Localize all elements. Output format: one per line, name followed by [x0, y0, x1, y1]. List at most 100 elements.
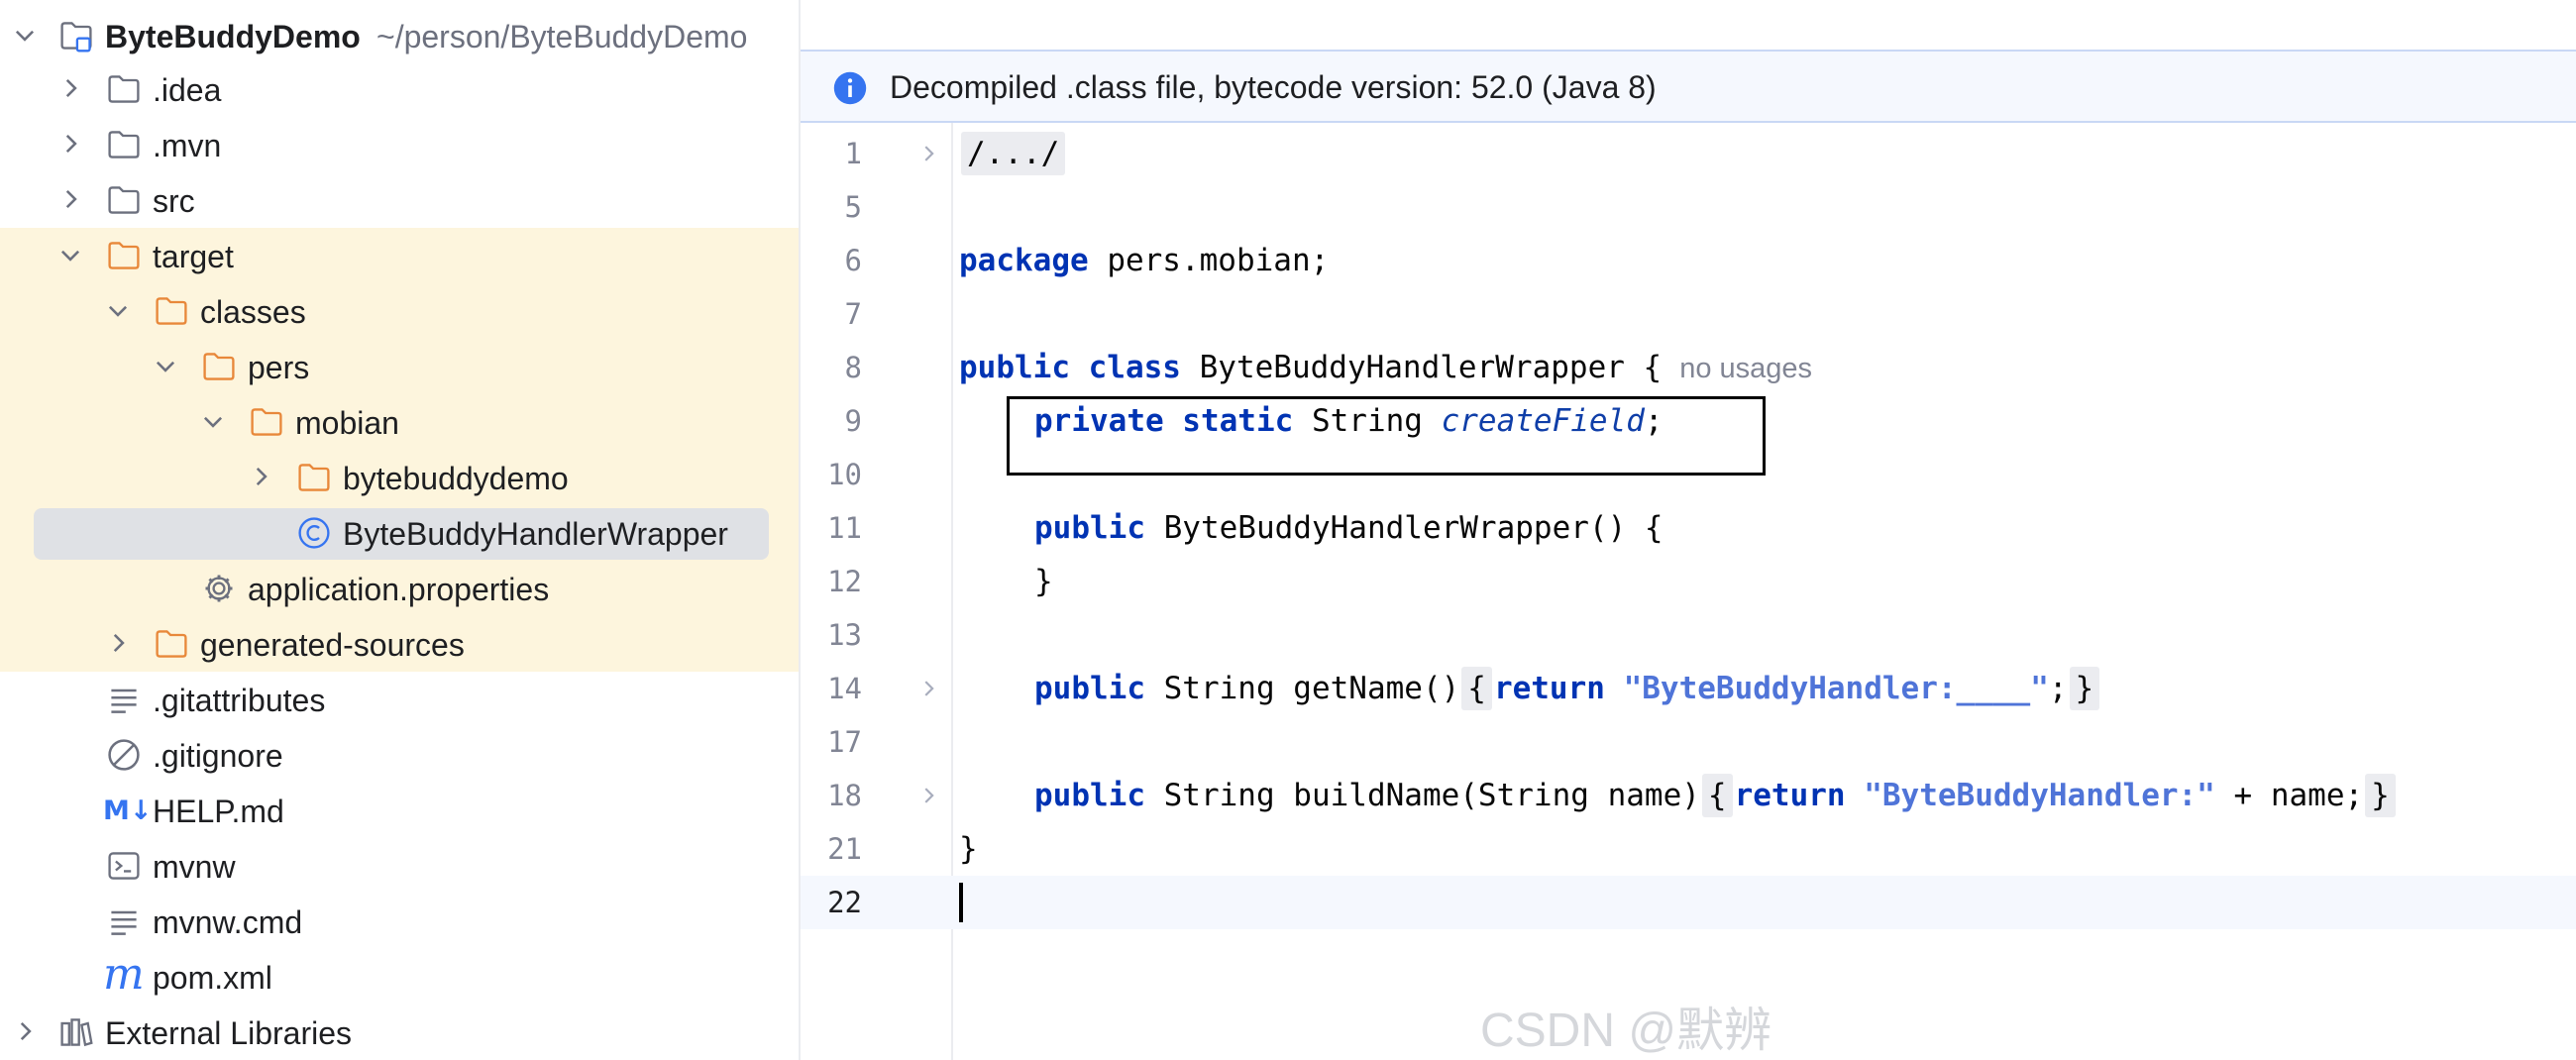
- code-token: String buildName(String name): [1144, 778, 1700, 813]
- code-token: }: [959, 831, 978, 867]
- code-token: ;: [2048, 671, 2068, 706]
- folder-icon: [108, 131, 140, 159]
- code-text: public String buildName(String name){ret…: [959, 774, 2398, 817]
- fold-expand-icon[interactable]: [917, 785, 939, 806]
- tree-item-label: ByteBuddyHandlerWrapper: [343, 516, 728, 552]
- tree-item-mvnw-cmd[interactable]: mvnw.cmd: [0, 894, 799, 949]
- chevron-right-icon[interactable]: [12, 1018, 38, 1044]
- line-number: 10: [827, 458, 862, 491]
- code-line[interactable]: 11 public ByteBuddyHandlerWrapper() {: [801, 501, 2576, 555]
- tree-root[interactable]: ByteBuddyDemo ~/person/ByteBuddyDemo: [0, 8, 799, 63]
- current-line[interactable]: 22: [801, 876, 2576, 929]
- tree-item-bytebuddyhandlerwrapper[interactable]: ByteBuddyHandlerWrapper: [0, 505, 799, 561]
- code-text: package pers.mobian;: [959, 243, 1329, 278]
- code-line[interactable]: 17: [801, 715, 2576, 769]
- chevron-right-icon[interactable]: [105, 630, 131, 656]
- editor-tab-strip: [801, 0, 2576, 50]
- tree-item-target[interactable]: target: [0, 228, 799, 283]
- chevron-right-icon[interactable]: [57, 131, 83, 157]
- code-token: String getName(): [1144, 671, 1460, 706]
- keyword: public: [1034, 778, 1145, 813]
- chevron-down-icon[interactable]: [12, 22, 38, 48]
- code-editor[interactable]: Decompiled .class file, bytecode version…: [801, 0, 2576, 1060]
- tree-item-pom-xml[interactable]: m pom.xml: [0, 949, 799, 1005]
- tree-item-gitignore[interactable]: .gitignore: [0, 727, 799, 783]
- code-text: public ByteBuddyHandlerWrapper() {: [959, 510, 1664, 546]
- usages-hint[interactable]: no usages: [1679, 353, 1812, 384]
- code-line[interactable]: 7: [801, 287, 2576, 341]
- line-number: 8: [844, 351, 862, 384]
- tree-item-label: pers: [248, 350, 310, 385]
- chevron-right-icon[interactable]: [57, 186, 83, 212]
- folded-region[interactable]: /.../: [961, 132, 1066, 175]
- tree-item-label: External Libraries: [105, 1015, 352, 1051]
- line-number: 11: [827, 511, 862, 545]
- tree-item-src[interactable]: src: [0, 172, 799, 228]
- code-line[interactable]: 12 }: [801, 555, 2576, 608]
- keyword: public class: [959, 350, 1181, 385]
- chevron-down-icon[interactable]: [200, 408, 226, 434]
- fold-expand-icon[interactable]: [917, 678, 939, 699]
- line-number: 14: [827, 672, 862, 705]
- text-file-icon: [111, 910, 137, 935]
- tree-item-label: application.properties: [248, 572, 550, 607]
- project-tree: ByteBuddyDemo ~/person/ByteBuddyDemo .id…: [0, 0, 801, 1060]
- string-literal: "ByteBuddyHandler:": [1864, 778, 2215, 813]
- code-text: }: [959, 831, 978, 867]
- code-line[interactable]: 18 public String buildName(String name){…: [801, 769, 2576, 822]
- tree-item-application-properties[interactable]: application.properties: [0, 561, 799, 616]
- code-line[interactable]: 21 }: [801, 822, 2576, 876]
- folder-icon: [108, 75, 140, 103]
- keyword: return: [1493, 671, 1605, 706]
- tree-item-generated-sources[interactable]: generated-sources: [0, 616, 799, 672]
- tree-item-label: mvnw.cmd: [153, 904, 303, 940]
- code-line[interactable]: 1 /.../: [801, 127, 2576, 180]
- folder-icon: [108, 186, 140, 214]
- chevron-down-icon[interactable]: [105, 297, 131, 323]
- string-literal: "ByteBuddyHandler:____": [1623, 671, 2049, 706]
- tree-item-pers[interactable]: pers: [0, 339, 799, 394]
- code-line[interactable]: 13: [801, 608, 2576, 662]
- folded-brace[interactable]: {: [1701, 774, 1733, 817]
- tree-item-classes[interactable]: classes: [0, 283, 799, 339]
- tree-item-label: .gitignore: [153, 738, 283, 774]
- code-text: public String getName(){return "ByteBudd…: [959, 667, 2101, 710]
- decompiled-banner: Decompiled .class file, bytecode version…: [801, 50, 2576, 123]
- fold-expand-icon[interactable]: [917, 143, 939, 164]
- code-line[interactable]: 6 package pers.mobian;: [801, 234, 2576, 287]
- excluded-folder-icon: [203, 353, 235, 380]
- tree-item-mvnw[interactable]: mvnw: [0, 838, 799, 894]
- banner-text: Decompiled .class file, bytecode version…: [890, 69, 1657, 105]
- code-text: public class ByteBuddyHandlerWrapper {no…: [959, 350, 1812, 386]
- tree-item-mobian[interactable]: mobian: [0, 394, 799, 450]
- excluded-folder-icon: [251, 408, 282, 436]
- tree-item-idea[interactable]: .idea: [0, 61, 799, 117]
- code-line[interactable]: 8 public class ByteBuddyHandlerWrapper {…: [801, 341, 2576, 394]
- code-line[interactable]: 14 public String getName(){return "ByteB…: [801, 662, 2576, 715]
- library-icon: [60, 1018, 93, 1047]
- tree-item-gitattributes[interactable]: .gitattributes: [0, 672, 799, 727]
- chevron-down-icon[interactable]: [153, 353, 178, 378]
- chevron-down-icon[interactable]: [57, 242, 83, 267]
- line-number: 17: [827, 725, 862, 759]
- maven-icon: m: [103, 949, 145, 1000]
- tree-item-label: mobian: [295, 405, 399, 441]
- code-line[interactable]: 5: [801, 180, 2576, 234]
- tree-item-label: bytebuddydemo: [343, 461, 569, 496]
- tree-item-help-md[interactable]: M↓ HELP.md: [0, 783, 799, 838]
- folded-brace[interactable]: {: [1461, 667, 1492, 710]
- folded-brace[interactable]: }: [2365, 774, 2396, 817]
- tree-item-label: pom.xml: [153, 960, 272, 996]
- tree-item-bytebuddydemo[interactable]: bytebuddydemo: [0, 450, 799, 505]
- code-text: [959, 882, 963, 922]
- watermark: CSDN @默辨: [1480, 1005, 1772, 1057]
- tree-item-mvn[interactable]: .mvn: [0, 117, 799, 172]
- chevron-right-icon[interactable]: [57, 75, 83, 101]
- tree-item-external-libraries[interactable]: External Libraries: [0, 1005, 799, 1060]
- code-text: /.../: [959, 132, 1067, 175]
- ignore-file-icon: [108, 739, 140, 771]
- chevron-right-icon[interactable]: [248, 464, 273, 489]
- folded-brace[interactable]: }: [2069, 667, 2100, 710]
- tree-item-label: .mvn: [153, 128, 222, 163]
- line-number: 6: [844, 244, 862, 277]
